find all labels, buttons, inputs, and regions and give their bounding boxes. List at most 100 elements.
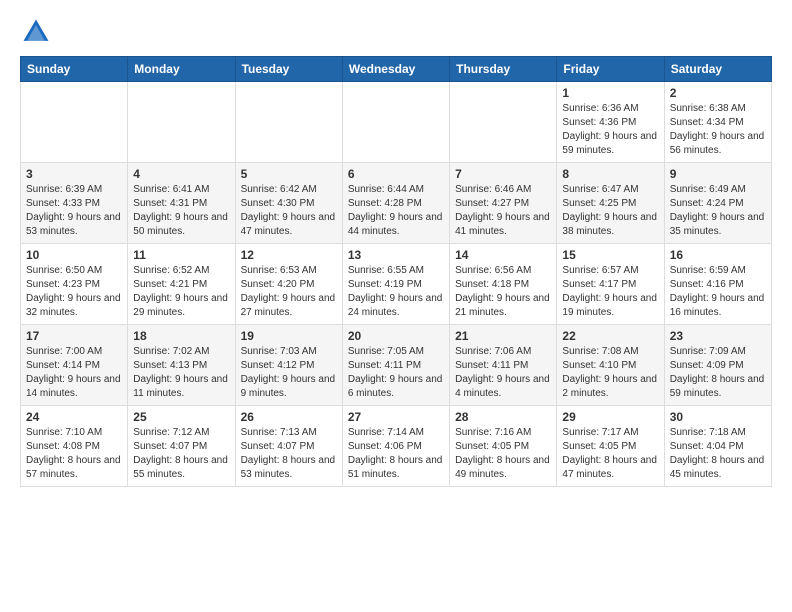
day-info: Sunrise: 6:39 AMSunset: 4:33 PMDaylight:… [26, 184, 121, 237]
day-number: 29 [562, 410, 658, 424]
day-number: 13 [348, 248, 444, 262]
day-number: 10 [26, 248, 122, 262]
day-number: 3 [26, 167, 122, 181]
day-cell-25: 25 Sunrise: 7:12 AMSunset: 4:07 PMDaylig… [128, 406, 235, 487]
day-info: Sunrise: 6:50 AMSunset: 4:23 PMDaylight:… [26, 265, 121, 318]
weekday-header-row: SundayMondayTuesdayWednesdayThursdayFrid… [21, 57, 772, 82]
day-cell-26: 26 Sunrise: 7:13 AMSunset: 4:07 PMDaylig… [235, 406, 342, 487]
day-number: 7 [455, 167, 551, 181]
week-row-5: 24 Sunrise: 7:10 AMSunset: 4:08 PMDaylig… [21, 406, 772, 487]
day-info: Sunrise: 6:42 AMSunset: 4:30 PMDaylight:… [241, 184, 336, 237]
day-cell-3: 3 Sunrise: 6:39 AMSunset: 4:33 PMDayligh… [21, 163, 128, 244]
empty-cell [21, 82, 128, 163]
day-cell-12: 12 Sunrise: 6:53 AMSunset: 4:20 PMDaylig… [235, 244, 342, 325]
day-info: Sunrise: 6:46 AMSunset: 4:27 PMDaylight:… [455, 184, 550, 237]
day-info: Sunrise: 6:36 AMSunset: 4:36 PMDaylight:… [562, 103, 657, 156]
day-info: Sunrise: 7:17 AMSunset: 4:05 PMDaylight:… [562, 427, 657, 480]
weekday-header-friday: Friday [557, 57, 664, 82]
day-cell-5: 5 Sunrise: 6:42 AMSunset: 4:30 PMDayligh… [235, 163, 342, 244]
day-cell-8: 8 Sunrise: 6:47 AMSunset: 4:25 PMDayligh… [557, 163, 664, 244]
day-info: Sunrise: 7:14 AMSunset: 4:06 PMDaylight:… [348, 427, 443, 480]
day-cell-9: 9 Sunrise: 6:49 AMSunset: 4:24 PMDayligh… [664, 163, 771, 244]
day-cell-27: 27 Sunrise: 7:14 AMSunset: 4:06 PMDaylig… [342, 406, 449, 487]
day-info: Sunrise: 6:44 AMSunset: 4:28 PMDaylight:… [348, 184, 443, 237]
day-info: Sunrise: 7:05 AMSunset: 4:11 PMDaylight:… [348, 346, 443, 399]
day-info: Sunrise: 7:03 AMSunset: 4:12 PMDaylight:… [241, 346, 336, 399]
day-info: Sunrise: 6:49 AMSunset: 4:24 PMDaylight:… [670, 184, 765, 237]
empty-cell [342, 82, 449, 163]
day-info: Sunrise: 6:57 AMSunset: 4:17 PMDaylight:… [562, 265, 657, 318]
day-info: Sunrise: 7:06 AMSunset: 4:11 PMDaylight:… [455, 346, 550, 399]
day-number: 12 [241, 248, 337, 262]
day-number: 21 [455, 329, 551, 343]
day-number: 18 [133, 329, 229, 343]
day-cell-15: 15 Sunrise: 6:57 AMSunset: 4:17 PMDaylig… [557, 244, 664, 325]
day-cell-29: 29 Sunrise: 7:17 AMSunset: 4:05 PMDaylig… [557, 406, 664, 487]
day-number: 15 [562, 248, 658, 262]
day-number: 24 [26, 410, 122, 424]
day-cell-19: 19 Sunrise: 7:03 AMSunset: 4:12 PMDaylig… [235, 325, 342, 406]
day-info: Sunrise: 6:38 AMSunset: 4:34 PMDaylight:… [670, 103, 765, 156]
day-info: Sunrise: 6:53 AMSunset: 4:20 PMDaylight:… [241, 265, 336, 318]
day-info: Sunrise: 7:16 AMSunset: 4:05 PMDaylight:… [455, 427, 550, 480]
day-cell-14: 14 Sunrise: 6:56 AMSunset: 4:18 PMDaylig… [450, 244, 557, 325]
day-cell-2: 2 Sunrise: 6:38 AMSunset: 4:34 PMDayligh… [664, 82, 771, 163]
day-cell-13: 13 Sunrise: 6:55 AMSunset: 4:19 PMDaylig… [342, 244, 449, 325]
day-number: 19 [241, 329, 337, 343]
day-cell-24: 24 Sunrise: 7:10 AMSunset: 4:08 PMDaylig… [21, 406, 128, 487]
empty-cell [235, 82, 342, 163]
day-cell-17: 17 Sunrise: 7:00 AMSunset: 4:14 PMDaylig… [21, 325, 128, 406]
weekday-header-monday: Monday [128, 57, 235, 82]
logo-icon [20, 16, 52, 48]
day-number: 8 [562, 167, 658, 181]
day-info: Sunrise: 7:02 AMSunset: 4:13 PMDaylight:… [133, 346, 228, 399]
day-number: 28 [455, 410, 551, 424]
day-info: Sunrise: 7:08 AMSunset: 4:10 PMDaylight:… [562, 346, 657, 399]
day-info: Sunrise: 7:10 AMSunset: 4:08 PMDaylight:… [26, 427, 121, 480]
weekday-header-thursday: Thursday [450, 57, 557, 82]
day-cell-10: 10 Sunrise: 6:50 AMSunset: 4:23 PMDaylig… [21, 244, 128, 325]
day-info: Sunrise: 7:00 AMSunset: 4:14 PMDaylight:… [26, 346, 121, 399]
day-cell-4: 4 Sunrise: 6:41 AMSunset: 4:31 PMDayligh… [128, 163, 235, 244]
weekday-header-saturday: Saturday [664, 57, 771, 82]
calendar-table: SundayMondayTuesdayWednesdayThursdayFrid… [20, 56, 772, 487]
day-cell-23: 23 Sunrise: 7:09 AMSunset: 4:09 PMDaylig… [664, 325, 771, 406]
day-info: Sunrise: 7:13 AMSunset: 4:07 PMDaylight:… [241, 427, 336, 480]
day-number: 11 [133, 248, 229, 262]
day-number: 9 [670, 167, 766, 181]
day-info: Sunrise: 6:41 AMSunset: 4:31 PMDaylight:… [133, 184, 228, 237]
day-cell-11: 11 Sunrise: 6:52 AMSunset: 4:21 PMDaylig… [128, 244, 235, 325]
day-cell-20: 20 Sunrise: 7:05 AMSunset: 4:11 PMDaylig… [342, 325, 449, 406]
day-cell-1: 1 Sunrise: 6:36 AMSunset: 4:36 PMDayligh… [557, 82, 664, 163]
week-row-4: 17 Sunrise: 7:00 AMSunset: 4:14 PMDaylig… [21, 325, 772, 406]
day-number: 1 [562, 86, 658, 100]
weekday-header-tuesday: Tuesday [235, 57, 342, 82]
day-number: 27 [348, 410, 444, 424]
day-cell-6: 6 Sunrise: 6:44 AMSunset: 4:28 PMDayligh… [342, 163, 449, 244]
day-number: 16 [670, 248, 766, 262]
weekday-header-wednesday: Wednesday [342, 57, 449, 82]
day-number: 4 [133, 167, 229, 181]
logo [20, 16, 56, 48]
day-number: 5 [241, 167, 337, 181]
day-info: Sunrise: 7:09 AMSunset: 4:09 PMDaylight:… [670, 346, 765, 399]
day-number: 30 [670, 410, 766, 424]
day-cell-30: 30 Sunrise: 7:18 AMSunset: 4:04 PMDaylig… [664, 406, 771, 487]
day-cell-7: 7 Sunrise: 6:46 AMSunset: 4:27 PMDayligh… [450, 163, 557, 244]
empty-cell [128, 82, 235, 163]
day-cell-16: 16 Sunrise: 6:59 AMSunset: 4:16 PMDaylig… [664, 244, 771, 325]
day-number: 6 [348, 167, 444, 181]
day-number: 23 [670, 329, 766, 343]
day-number: 22 [562, 329, 658, 343]
day-number: 2 [670, 86, 766, 100]
day-number: 17 [26, 329, 122, 343]
day-number: 25 [133, 410, 229, 424]
day-info: Sunrise: 7:12 AMSunset: 4:07 PMDaylight:… [133, 427, 228, 480]
page: SundayMondayTuesdayWednesdayThursdayFrid… [0, 0, 792, 503]
day-cell-28: 28 Sunrise: 7:16 AMSunset: 4:05 PMDaylig… [450, 406, 557, 487]
day-number: 20 [348, 329, 444, 343]
day-number: 14 [455, 248, 551, 262]
empty-cell [450, 82, 557, 163]
week-row-1: 1 Sunrise: 6:36 AMSunset: 4:36 PMDayligh… [21, 82, 772, 163]
week-row-3: 10 Sunrise: 6:50 AMSunset: 4:23 PMDaylig… [21, 244, 772, 325]
